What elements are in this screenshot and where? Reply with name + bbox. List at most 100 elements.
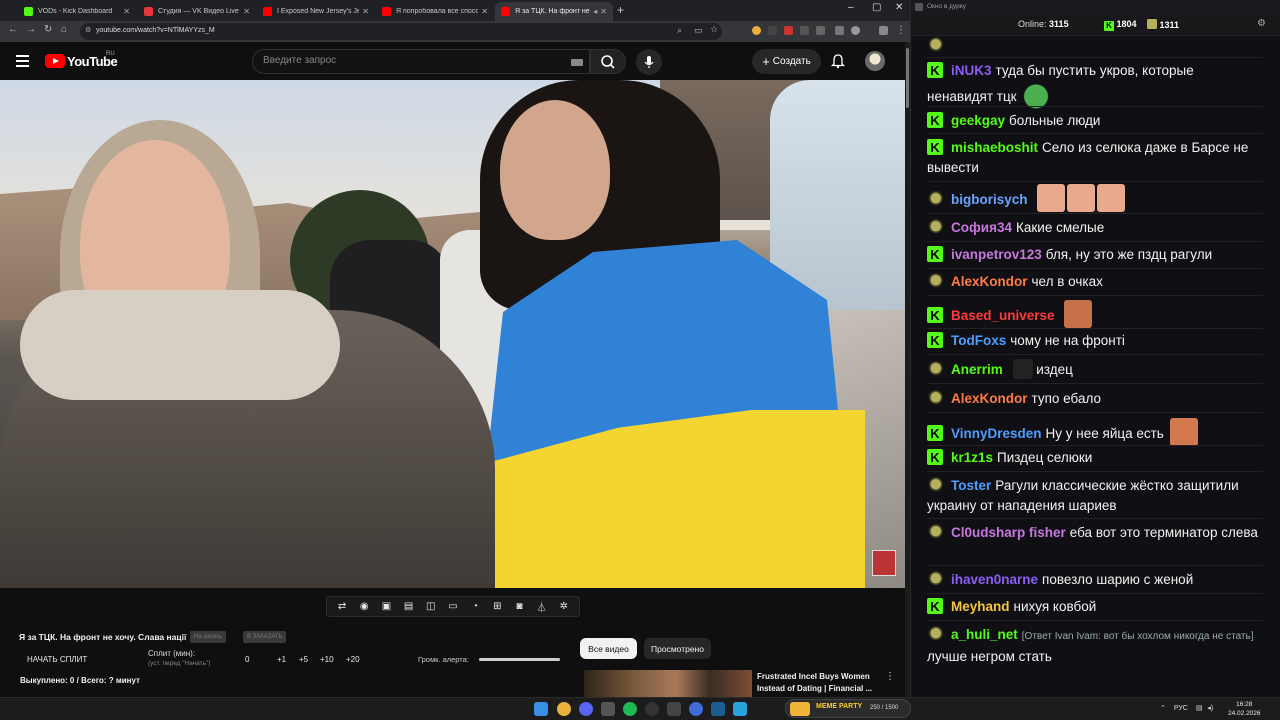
home-icon[interactable]: ⌂ — [61, 24, 67, 35]
chat-username[interactable]: AlexKondor — [951, 391, 1028, 406]
broadcast-icon[interactable]: ◉ — [359, 601, 370, 612]
video-player[interactable] — [0, 80, 905, 588]
minimize-button[interactable]: – — [848, 2, 854, 13]
chat-username[interactable]: iNUK3 — [951, 63, 992, 78]
chat-username[interactable]: Based_universe — [951, 308, 1055, 323]
close-window-button[interactable]: ✕ — [895, 2, 903, 13]
windows-start-icon[interactable] — [534, 702, 548, 716]
reload-icon[interactable]: ↻ — [44, 24, 52, 35]
network-icon[interactable]: ▤ — [1196, 705, 1203, 712]
screenshot-icon[interactable]: ▣ — [381, 601, 392, 612]
order-button[interactable]: В ЗАКАЗАТЬ — [243, 631, 287, 643]
sidebar-icon[interactable] — [879, 26, 888, 35]
recommended-title[interactable]: Frustrated Incel Buys Women Instead of D… — [757, 671, 882, 695]
forward-icon[interactable]: → — [26, 24, 36, 35]
camera-icon[interactable]: ◙ — [514, 601, 525, 612]
address-bar[interactable]: ⚙ youtube.com/watch?v=NTlMAYYzs_M ⌕ ▭ ☆ — [80, 23, 722, 40]
cast-icon[interactable]: ▭ — [694, 25, 703, 36]
tab-youtube-1[interactable]: I Exposed New Jersey's Jewish ✕ — [257, 2, 375, 21]
back-icon[interactable]: ← — [8, 24, 18, 35]
recommended-thumbnail[interactable] — [584, 670, 752, 697]
chat-username[interactable]: geekgay — [951, 113, 1005, 128]
chrome-icon[interactable] — [557, 702, 571, 716]
spotify-icon[interactable] — [623, 702, 637, 716]
filmstrip-icon[interactable]: ▤ — [403, 601, 414, 612]
extension-icon[interactable] — [800, 26, 809, 35]
record-button[interactable]: На запись — [190, 631, 227, 643]
split-add-20[interactable]: +20 — [346, 655, 360, 664]
site-info-icon[interactable]: ⚙ — [85, 26, 91, 34]
chip-watched[interactable]: Просмотрено — [644, 638, 711, 659]
volume-icon[interactable]: ◂) — [1207, 705, 1213, 712]
chat-settings-icon[interactable]: ⚙ — [1257, 18, 1266, 29]
close-tab-icon[interactable]: ✕ — [600, 7, 607, 16]
app-icon[interactable] — [667, 702, 681, 716]
split-add-1[interactable]: +1 — [277, 655, 286, 664]
loop-icon[interactable]: ⇄ — [337, 601, 348, 612]
subtitles-icon[interactable]: ▭ — [447, 601, 458, 612]
search-input[interactable] — [263, 55, 553, 66]
flask-icon[interactable]: ⏃ — [536, 601, 547, 614]
app-icon[interactable] — [689, 702, 703, 716]
settings-icon[interactable]: ✲ — [558, 601, 569, 612]
close-tab-icon[interactable]: ✕ — [481, 7, 488, 16]
create-button[interactable]: + Создать — [752, 49, 821, 74]
app-icon[interactable] — [733, 702, 747, 716]
steam-icon[interactable] — [711, 702, 725, 716]
download-icon[interactable] — [835, 26, 844, 35]
start-split-button[interactable]: НАЧАТЬ СПЛИТ — [27, 655, 87, 664]
search-box[interactable] — [252, 49, 590, 74]
close-tab-icon[interactable]: ✕ — [362, 7, 369, 16]
keyboard-icon[interactable] — [571, 59, 583, 66]
account-avatar[interactable] — [865, 51, 885, 71]
split-add-5[interactable]: +5 — [299, 655, 308, 664]
clock[interactable]: 16:28 24.02.2026 — [1228, 700, 1261, 718]
tab-vk-studio[interactable]: Студия — VK Видео Live ✕ — [138, 2, 256, 21]
chat-username[interactable]: Anerrim — [951, 362, 1003, 377]
close-tab-icon[interactable]: ✕ — [123, 7, 130, 16]
tray-chevron-icon[interactable]: ⌃ — [1160, 705, 1166, 712]
chat-username[interactable]: a_huli_net — [951, 627, 1018, 642]
obs-icon[interactable] — [645, 702, 659, 716]
speaker-icon[interactable]: ◂ — [593, 7, 597, 16]
extension-icon[interactable] — [752, 26, 761, 35]
input-language[interactable]: РУС — [1174, 705, 1188, 712]
chat-username[interactable]: Meyhand — [951, 599, 1010, 614]
meme-party-widget[interactable]: MEME PARTY 250 / 1500 — [785, 699, 911, 718]
chat-username[interactable]: bigborisych — [951, 192, 1028, 207]
pip-icon[interactable]: ◫ — [425, 601, 436, 612]
app-icon[interactable] — [601, 702, 615, 716]
tab-youtube-active[interactable]: Я за ТЦК. На фронт не хоч ◂ ✕ — [495, 2, 613, 21]
zoom-icon[interactable]: ⌕ — [677, 25, 682, 36]
split-value-0[interactable]: 0 — [245, 655, 249, 664]
chat-username[interactable]: kr1z1s — [951, 450, 993, 465]
chat-username[interactable]: TodFoxs — [951, 333, 1006, 348]
bookmark-star-icon[interactable]: ☆ — [710, 24, 718, 35]
profile-icon[interactable] — [851, 26, 860, 35]
chat-username[interactable]: ivanpetrov123 — [951, 247, 1042, 262]
chat-username[interactable]: Toster — [951, 478, 991, 493]
extension-icon[interactable] — [768, 26, 777, 35]
more-options-icon[interactable]: ⋮ — [885, 671, 895, 682]
speed-icon[interactable]: ◔ — [470, 601, 481, 612]
chat-username[interactable]: Cl0udsharp fisher — [951, 525, 1066, 540]
tab-youtube-2[interactable]: Я попробовала все способы б ✕ — [376, 2, 494, 21]
add-clip-icon[interactable]: ⊞ — [492, 601, 503, 612]
hamburger-menu-icon[interactable] — [16, 55, 29, 67]
new-tab-button[interactable]: + — [617, 3, 624, 17]
maximize-button[interactable]: ▢ — [872, 2, 881, 13]
discord-icon[interactable] — [579, 702, 593, 716]
close-tab-icon[interactable]: ✕ — [243, 7, 250, 16]
voice-search-button[interactable] — [636, 49, 662, 75]
youtube-logo-icon[interactable] — [45, 54, 65, 68]
chat-username[interactable]: mishaeboshit — [951, 140, 1038, 155]
chat-username[interactable]: AlexKondor — [951, 274, 1028, 289]
extension-icon[interactable] — [784, 26, 793, 35]
chat-username[interactable]: София34 — [951, 220, 1012, 235]
alert-volume-slider[interactable] — [479, 658, 560, 661]
extensions-puzzle-icon[interactable] — [816, 26, 825, 35]
chat-username[interactable]: VinnyDresden — [951, 426, 1042, 441]
search-button[interactable] — [590, 49, 626, 74]
scrollbar-thumb[interactable] — [906, 48, 909, 108]
menu-icon[interactable]: ⋮ — [896, 25, 906, 36]
